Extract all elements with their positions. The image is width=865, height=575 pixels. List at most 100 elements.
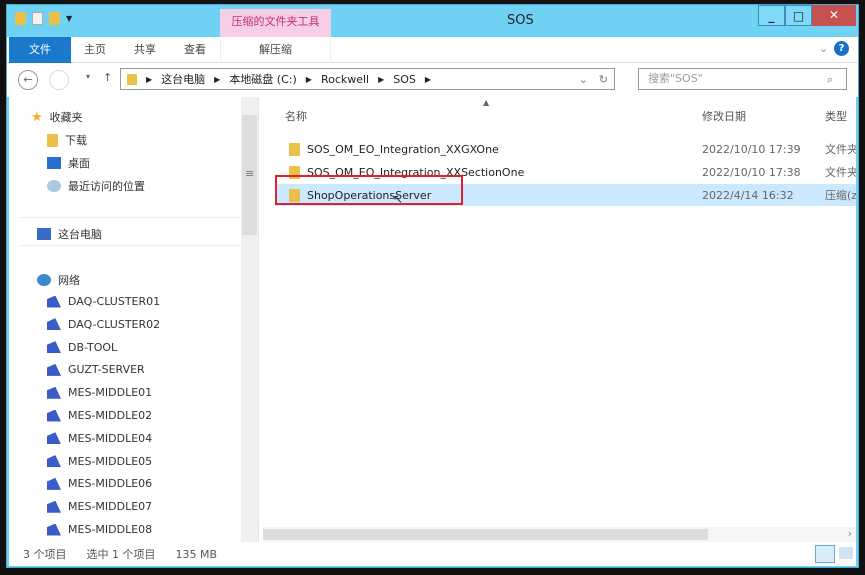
nav-computer[interactable]: MES-MIDDLE04 bbox=[47, 432, 152, 445]
address-bar-row: ← ▾ ↑ ▶ 这台电脑 ▶ 本地磁盘 (C:) ▶ Rockwell ▶ SOS ▶ … bbox=[7, 63, 858, 97]
maximize-button[interactable]: □ bbox=[785, 5, 812, 26]
network-computer-icon bbox=[47, 341, 61, 354]
chevron-down-icon[interactable]: ▼ bbox=[66, 14, 72, 23]
computer-icon bbox=[37, 228, 51, 240]
nav-computer-label: MES-MIDDLE04 bbox=[68, 431, 153, 445]
nav-computer-label: MES-MIDDLE01 bbox=[68, 386, 153, 400]
window-title: SOS bbox=[507, 13, 534, 28]
nav-computer[interactable]: DAQ-CLUSTER02 bbox=[47, 318, 160, 331]
tab-home[interactable]: 主页 bbox=[73, 37, 117, 63]
nav-computer[interactable]: GUZT-SERVER bbox=[47, 363, 145, 376]
minimize-button[interactable]: _ bbox=[758, 5, 785, 26]
folder-icon bbox=[15, 12, 26, 25]
folder-icon bbox=[127, 73, 137, 85]
selected-count: 选中 1 个项目 bbox=[86, 548, 156, 561]
tab-extract[interactable]: 解压缩 bbox=[220, 37, 331, 63]
nav-computer-label: DAQ-CLUSTER01 bbox=[68, 295, 161, 308]
mouse-cursor-icon: ↖ bbox=[393, 192, 404, 206]
nav-computer-label: DAQ-CLUSTER02 bbox=[68, 317, 161, 331]
nav-computer-label: MES-MIDDLE06 bbox=[68, 477, 153, 491]
network-computer-icon bbox=[47, 432, 61, 445]
expand-ribbon-icon[interactable]: ⌄ bbox=[819, 42, 828, 55]
file-type: 文件夹 bbox=[825, 143, 856, 156]
large-icons-view-icon[interactable] bbox=[839, 547, 853, 559]
nav-computer-label: MES-MIDDLE02 bbox=[68, 409, 153, 422]
quick-access-toolbar: ▼ bbox=[15, 12, 72, 25]
nav-downloads[interactable]: 下载 bbox=[65, 132, 87, 148]
nav-computer[interactable]: MES-MIDDLE06 bbox=[47, 477, 152, 490]
network-computer-icon bbox=[47, 386, 61, 399]
network-computer-icon bbox=[47, 363, 61, 376]
crumb-local-disk[interactable]: 本地磁盘 (C:) bbox=[229, 71, 296, 87]
file-row[interactable]: SOS_OM_EO_Integration_XXGXOne 2022/10/10 … bbox=[275, 138, 856, 160]
properties-icon[interactable] bbox=[32, 12, 43, 25]
column-name[interactable]: 名称 bbox=[285, 108, 307, 124]
nav-computer[interactable]: DB-TOOL bbox=[47, 341, 117, 354]
network-computer-icon bbox=[47, 477, 61, 490]
star-icon: ★ bbox=[31, 109, 43, 125]
nav-computer[interactable]: MES-MIDDLE05 bbox=[47, 455, 152, 468]
navigation-pane: ★ 收藏夹 下载 桌面 最近访问的位置 这台电脑 网络 DAQ-CLUSTER01… bbox=[9, 97, 259, 542]
column-date[interactable]: 修改日期 bbox=[702, 108, 746, 124]
close-button[interactable]: ✕ bbox=[812, 5, 856, 26]
nav-computer-label: MES-MIDDLE08 bbox=[68, 523, 153, 536]
crumb-sos[interactable]: SOS bbox=[393, 73, 416, 86]
network-computer-icon bbox=[47, 295, 61, 308]
network-computer-icon bbox=[47, 500, 61, 513]
highlight-box bbox=[275, 175, 463, 205]
nav-computer-label: MES-MIDDLE05 bbox=[68, 454, 153, 468]
up-icon[interactable]: ↑ bbox=[103, 71, 112, 84]
column-type[interactable]: 类型 bbox=[825, 108, 847, 124]
file-date: 2022/10/10 17:38 bbox=[702, 165, 801, 179]
recent-places-icon bbox=[47, 180, 61, 192]
nav-scrollbar[interactable]: ≡ bbox=[241, 97, 258, 542]
address-dropdown-icon[interactable]: ⌄ bbox=[579, 73, 588, 86]
network-computer-icon bbox=[47, 523, 61, 536]
network-icon bbox=[37, 274, 51, 286]
title-bar: ▼ 压缩的文件夹工具 SOS _ □ ✕ bbox=[7, 5, 858, 37]
recent-dropdown-icon[interactable]: ▾ bbox=[86, 72, 90, 81]
refresh-icon[interactable]: ↻ bbox=[599, 73, 608, 86]
file-date: 2022/10/10 17:39 bbox=[702, 142, 801, 156]
nav-recent-places[interactable]: 最近访问的位置 bbox=[68, 178, 145, 194]
nav-desktop[interactable]: 桌面 bbox=[68, 155, 90, 171]
nav-network[interactable]: 网络 bbox=[58, 272, 80, 288]
details-view-icon[interactable] bbox=[815, 545, 835, 563]
file-type: 文件夹 bbox=[825, 166, 856, 179]
nav-computer-label: MES-MIDDLE07 bbox=[68, 500, 153, 514]
nav-computer[interactable]: MES-MIDDLE01 bbox=[47, 386, 152, 399]
selected-size: 135 MB bbox=[175, 547, 218, 561]
search-input[interactable]: 搜索"SOS" bbox=[638, 68, 847, 90]
folder-icon bbox=[289, 142, 300, 156]
crumb-this-pc[interactable]: 这台电脑 bbox=[161, 71, 205, 87]
sort-up-icon: ▲ bbox=[483, 98, 490, 107]
crumb-rockwell[interactable]: Rockwell bbox=[321, 73, 369, 86]
network-computer-icon bbox=[47, 318, 61, 331]
ribbon-tabs: 文件 主页 共享 查看 解压缩 ⌄ ? bbox=[7, 37, 858, 63]
tab-view[interactable]: 查看 bbox=[173, 37, 217, 63]
nav-computer[interactable]: MES-MIDDLE07 bbox=[47, 500, 152, 513]
desktop-icon bbox=[47, 157, 61, 169]
tab-share[interactable]: 共享 bbox=[123, 37, 167, 63]
tab-file[interactable]: 文件 bbox=[9, 37, 71, 63]
network-computer-icon bbox=[47, 455, 61, 468]
nav-computer-label: DB-TOOL bbox=[68, 340, 118, 354]
back-icon[interactable]: ← bbox=[18, 70, 38, 90]
horizontal-scrollbar[interactable]: › bbox=[263, 527, 856, 542]
search-icon: ⌕ bbox=[827, 73, 834, 86]
nav-computer-label: GUZT-SERVER bbox=[68, 363, 145, 377]
new-folder-icon[interactable] bbox=[49, 12, 60, 25]
address-path[interactable]: ▶ 这台电脑 ▶ 本地磁盘 (C:) ▶ Rockwell ▶ SOS ▶ ⌄ ↻ bbox=[120, 68, 615, 90]
nav-computer[interactable]: DAQ-CLUSTER01 bbox=[47, 295, 160, 308]
horizontal-scrollbar-thumb[interactable] bbox=[263, 529, 708, 540]
nav-computer[interactable]: MES-MIDDLE08 bbox=[47, 523, 152, 536]
nav-this-pc[interactable]: 这台电脑 bbox=[58, 226, 102, 242]
file-list: ▲ 名称 修改日期 类型 SOS_OM_EO_Integration_XXGXO… bbox=[263, 97, 856, 542]
forward-icon[interactable] bbox=[49, 70, 69, 90]
nav-computer[interactable]: MES-MIDDLE02 bbox=[47, 409, 152, 422]
status-bar: 3 个项目 选中 1 个项目 135 MB bbox=[9, 542, 856, 566]
nav-favorites[interactable]: 收藏夹 bbox=[50, 109, 83, 125]
context-tab-compressed-tools[interactable]: 压缩的文件夹工具 bbox=[220, 9, 331, 37]
help-icon[interactable]: ? bbox=[834, 41, 849, 56]
file-date: 2022/4/14 16:32 bbox=[702, 188, 794, 202]
